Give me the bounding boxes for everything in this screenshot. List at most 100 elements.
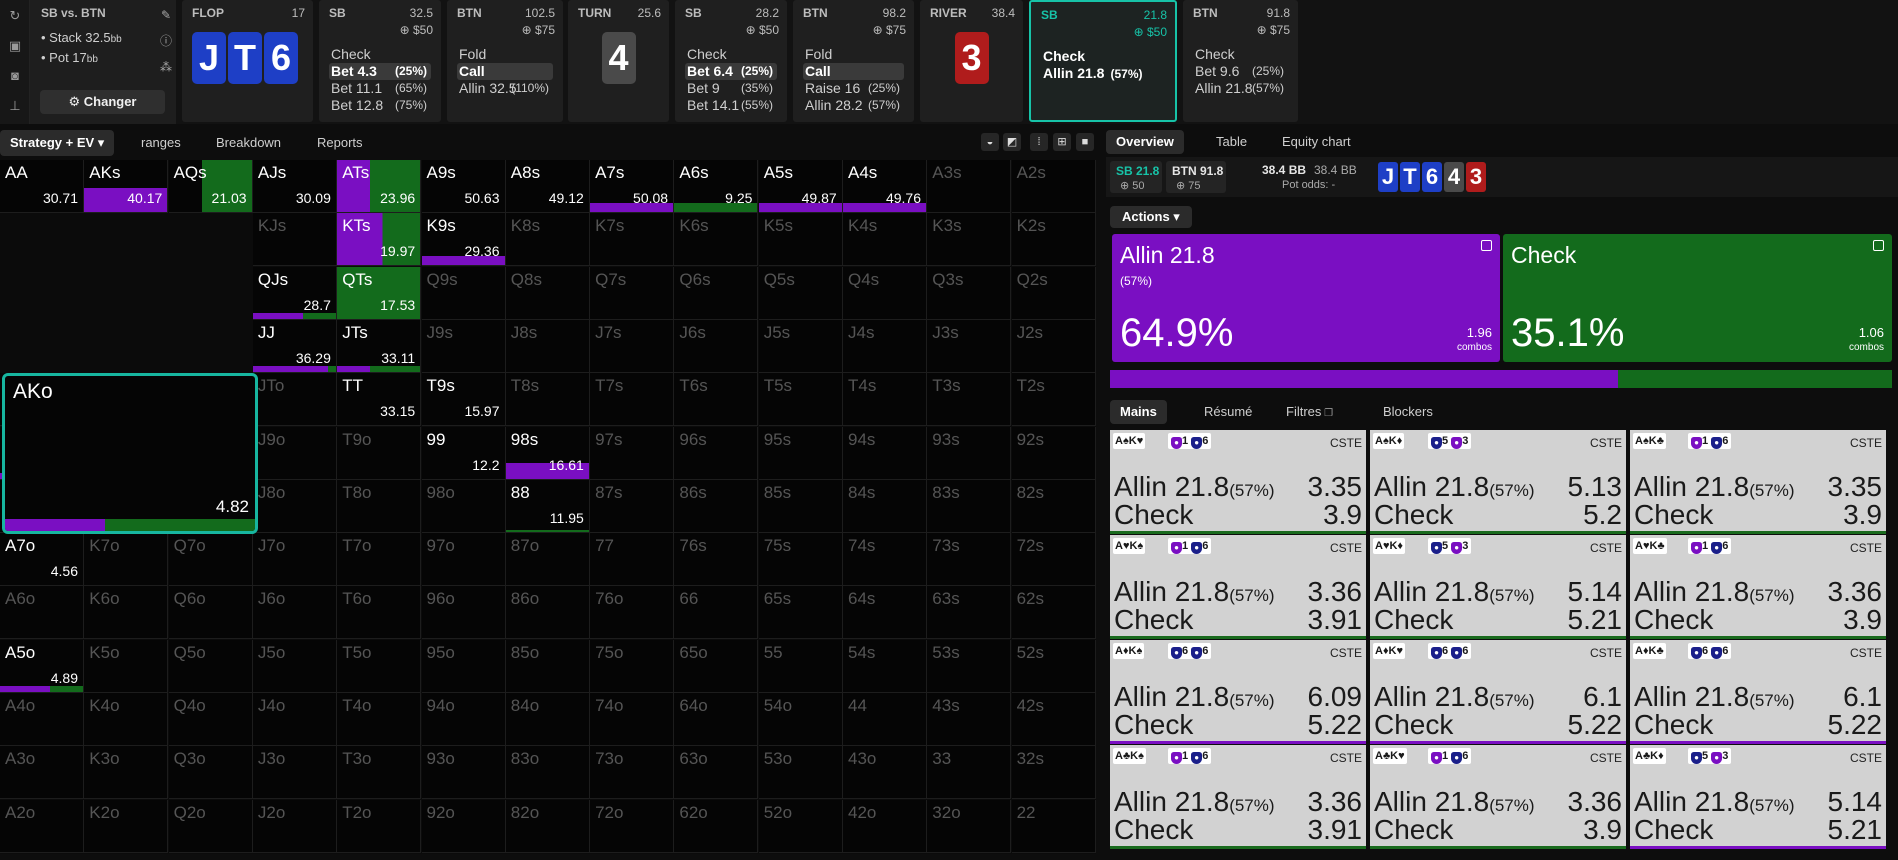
matrix-cell[interactable]: 84s [843, 479, 927, 533]
matrix-cell[interactable]: Q2o [168, 799, 253, 853]
matrix-cell[interactable]: 62o [674, 799, 759, 853]
matrix-cell[interactable]: A2o [0, 799, 84, 853]
node-action-item[interactable]: Call [457, 63, 553, 80]
matrix-cell[interactable]: 95o [421, 639, 506, 693]
matrix-cell[interactable]: Q4o [168, 693, 253, 746]
matrix-cell[interactable]: 32o [927, 799, 1012, 853]
node-action-item[interactable]: Fold [803, 46, 904, 63]
matrix-cell[interactable]: 44 [843, 693, 927, 746]
matrix-cell[interactable]: T5o [337, 639, 422, 693]
hand-card[interactable]: A♦K♣ ● 6 ● 6 CSTE Allin 21.8(57%) 6.1 Check 5.22 [1630, 640, 1888, 744]
matrix-cell[interactable]: 96o [421, 586, 506, 640]
hand-card[interactable]: A♦K♥ ● 6 ● 6 CSTE Allin 21.8(57%) 6.1 Check 5.22 [1370, 640, 1628, 744]
matrix-cell[interactable]: 84o [505, 693, 590, 746]
tab-overview[interactable]: Overview [1106, 130, 1184, 154]
matrix-cell[interactable]: 97o [421, 533, 506, 587]
matrix-cell[interactable]: Q2s [1011, 266, 1096, 320]
matrix-cell[interactable]: J8s [505, 319, 590, 373]
tab-equity-chart[interactable]: Equity chart [1272, 130, 1361, 154]
matrix-cell[interactable]: 96s [674, 426, 759, 480]
node-action-item[interactable]: Check [329, 46, 431, 63]
matrix-cell[interactable]: J4o [252, 693, 337, 746]
matrix-cell[interactable]: 86s [674, 479, 759, 533]
node-action-item[interactable]: Allin 21.8 (57%) [1193, 80, 1288, 97]
node-action-item[interactable]: Allin 28.2 (57%) [803, 97, 904, 114]
matrix-cell[interactable]: Q7s [590, 266, 675, 320]
matrix-cell[interactable]: 87o [505, 533, 590, 587]
matrix-cell[interactable]: KJs [252, 213, 337, 267]
matrix-cell[interactable]: T7o [337, 533, 422, 587]
matrix-cell[interactable]: 87s [590, 479, 675, 533]
matrix-cell[interactable]: K4s [843, 213, 927, 267]
matrix-cell[interactable]: K6o [84, 586, 169, 640]
matrix-cell[interactable]: T3o [337, 746, 422, 800]
matrix-cell[interactable]: K3o [84, 746, 169, 800]
hand-card[interactable]: A♥K♣ ● 1 ● 6 CSTE Allin 21.8(57%) 3.36 Check 3.9 [1630, 535, 1888, 639]
matrix-cell[interactable]: JJ 36.29 [252, 319, 337, 373]
matrix-cell[interactable]: T3s [927, 373, 1012, 427]
matrix-cell[interactable]: T7s [590, 373, 675, 427]
matrix-cell[interactable]: J3o [252, 746, 337, 800]
tab-strategy-ev[interactable]: Strategy + EV ▾ [0, 130, 115, 156]
matrix-cell[interactable]: Q5s [758, 266, 843, 320]
hand-card[interactable]: A♠K♣ ● 1 ● 6 CSTE Allin 21.8(57%) 3.35 Check 3.9 [1630, 430, 1888, 534]
node-action-item[interactable]: Bet 4.3 (25%) [329, 63, 431, 80]
matrix-cell[interactable]: 99 12.2 [421, 426, 506, 480]
tab-reports[interactable]: Reports [307, 130, 373, 156]
matrix-cell[interactable]: K7s [590, 213, 675, 267]
matrix-cell[interactable]: J5o [252, 639, 337, 693]
matrix-cell[interactable]: Q4s [843, 266, 927, 320]
matrix-cell[interactable]: AQs 21.03 [168, 160, 253, 213]
action-box-allin[interactable]: Allin 21.8 (57%) 64.9% 1.96 combos [1112, 234, 1500, 362]
matrix-cell[interactable]: Q9s [421, 266, 506, 320]
tab-table[interactable]: Table [1206, 130, 1257, 154]
matrix-cell[interactable]: 97s [590, 426, 675, 480]
matrix-cell[interactable]: T6o [337, 586, 422, 640]
align-icon[interactable]: ⊥ [7, 98, 23, 114]
share-icon[interactable]: ⁂ [157, 58, 175, 76]
tab-blockers[interactable]: Blockers [1373, 400, 1443, 424]
matrix-cell[interactable]: 73s [927, 533, 1012, 587]
matrix-cell[interactable]: JTs 33.11 [337, 319, 422, 373]
matrix-cell[interactable]: 54s [843, 639, 927, 693]
tree-node-8[interactable]: BTN 91.8 ⊕ $75 Check Bet 9.6 (25%) Allin 21.8(… [1183, 0, 1298, 122]
matrix-cell[interactable]: 42s [1011, 693, 1096, 746]
matrix-cell[interactable]: 52o [758, 799, 843, 853]
matrix-cell[interactable]: J5s [758, 319, 843, 373]
matrix-cell[interactable]: Q6s [674, 266, 759, 320]
tab-mains[interactable]: Mains [1110, 400, 1167, 424]
matrix-cell[interactable]: A4s 49.76 [843, 160, 927, 213]
matrix-cell[interactable]: T9s 15.97 [421, 373, 506, 427]
matrix-cell[interactable]: T9o [337, 426, 422, 480]
matrix-cell[interactable]: T4s [843, 373, 927, 427]
matrix-cell[interactable]: 95s [758, 426, 843, 480]
matrix-cell[interactable]: AJs 30.09 [252, 160, 337, 213]
hand-card[interactable]: A♣K♠ ● 1 ● 6 CSTE Allin 21.8(57%) 3.36 Check 3.9… [1110, 745, 1368, 849]
view-small-grid-icon[interactable]: ⁞ [1030, 133, 1048, 151]
matrix-cell[interactable]: 43s [927, 693, 1012, 746]
matrix-cell[interactable]: AA 30.71 [0, 160, 84, 213]
node-action-item[interactable]: Allin 21.8 (57%) [1041, 65, 1165, 82]
matrix-cell[interactable]: 92s [1011, 426, 1096, 480]
matrix-cell[interactable]: Q3o [168, 746, 253, 800]
matrix-cell[interactable]: T4o [337, 693, 422, 746]
matrix-cell[interactable]: A9s 50.63 [421, 160, 506, 213]
expand-icon[interactable] [1873, 240, 1884, 251]
node-action-item[interactable]: Allin 32.5 (110%) [457, 80, 553, 97]
changer-button[interactable]: ⚙ Changer [40, 90, 165, 114]
matrix-cell[interactable]: 53o [758, 746, 843, 800]
matrix-cell[interactable]: K2o [84, 799, 169, 853]
node-action-item[interactable]: Call [803, 63, 904, 80]
matrix-cell[interactable]: J2o [252, 799, 337, 853]
matrix-cell[interactable]: 73o [590, 746, 675, 800]
matrix-cell[interactable]: J9o [252, 426, 337, 480]
matrix-cell[interactable]: 32s [1011, 746, 1096, 800]
info-icon[interactable]: ⓘ [157, 32, 175, 50]
matrix-cell[interactable]: 52s [1011, 639, 1096, 693]
matrix-cell[interactable]: 75s [758, 533, 843, 587]
hand-card[interactable]: A♦K♠ ● 6 ● 6 CSTE Allin 21.8(57%) 6.09 Check 5.2… [1110, 640, 1368, 744]
tab-ranges[interactable]: ranges [131, 130, 191, 156]
matrix-cell[interactable]: T8o [337, 479, 422, 533]
matrix-cell[interactable]: A3o [0, 746, 84, 800]
tree-node-1[interactable]: SB 32.5 ⊕ $50 Check Bet 4.3 (25%) Bet 11.1 (65%… [319, 0, 441, 122]
